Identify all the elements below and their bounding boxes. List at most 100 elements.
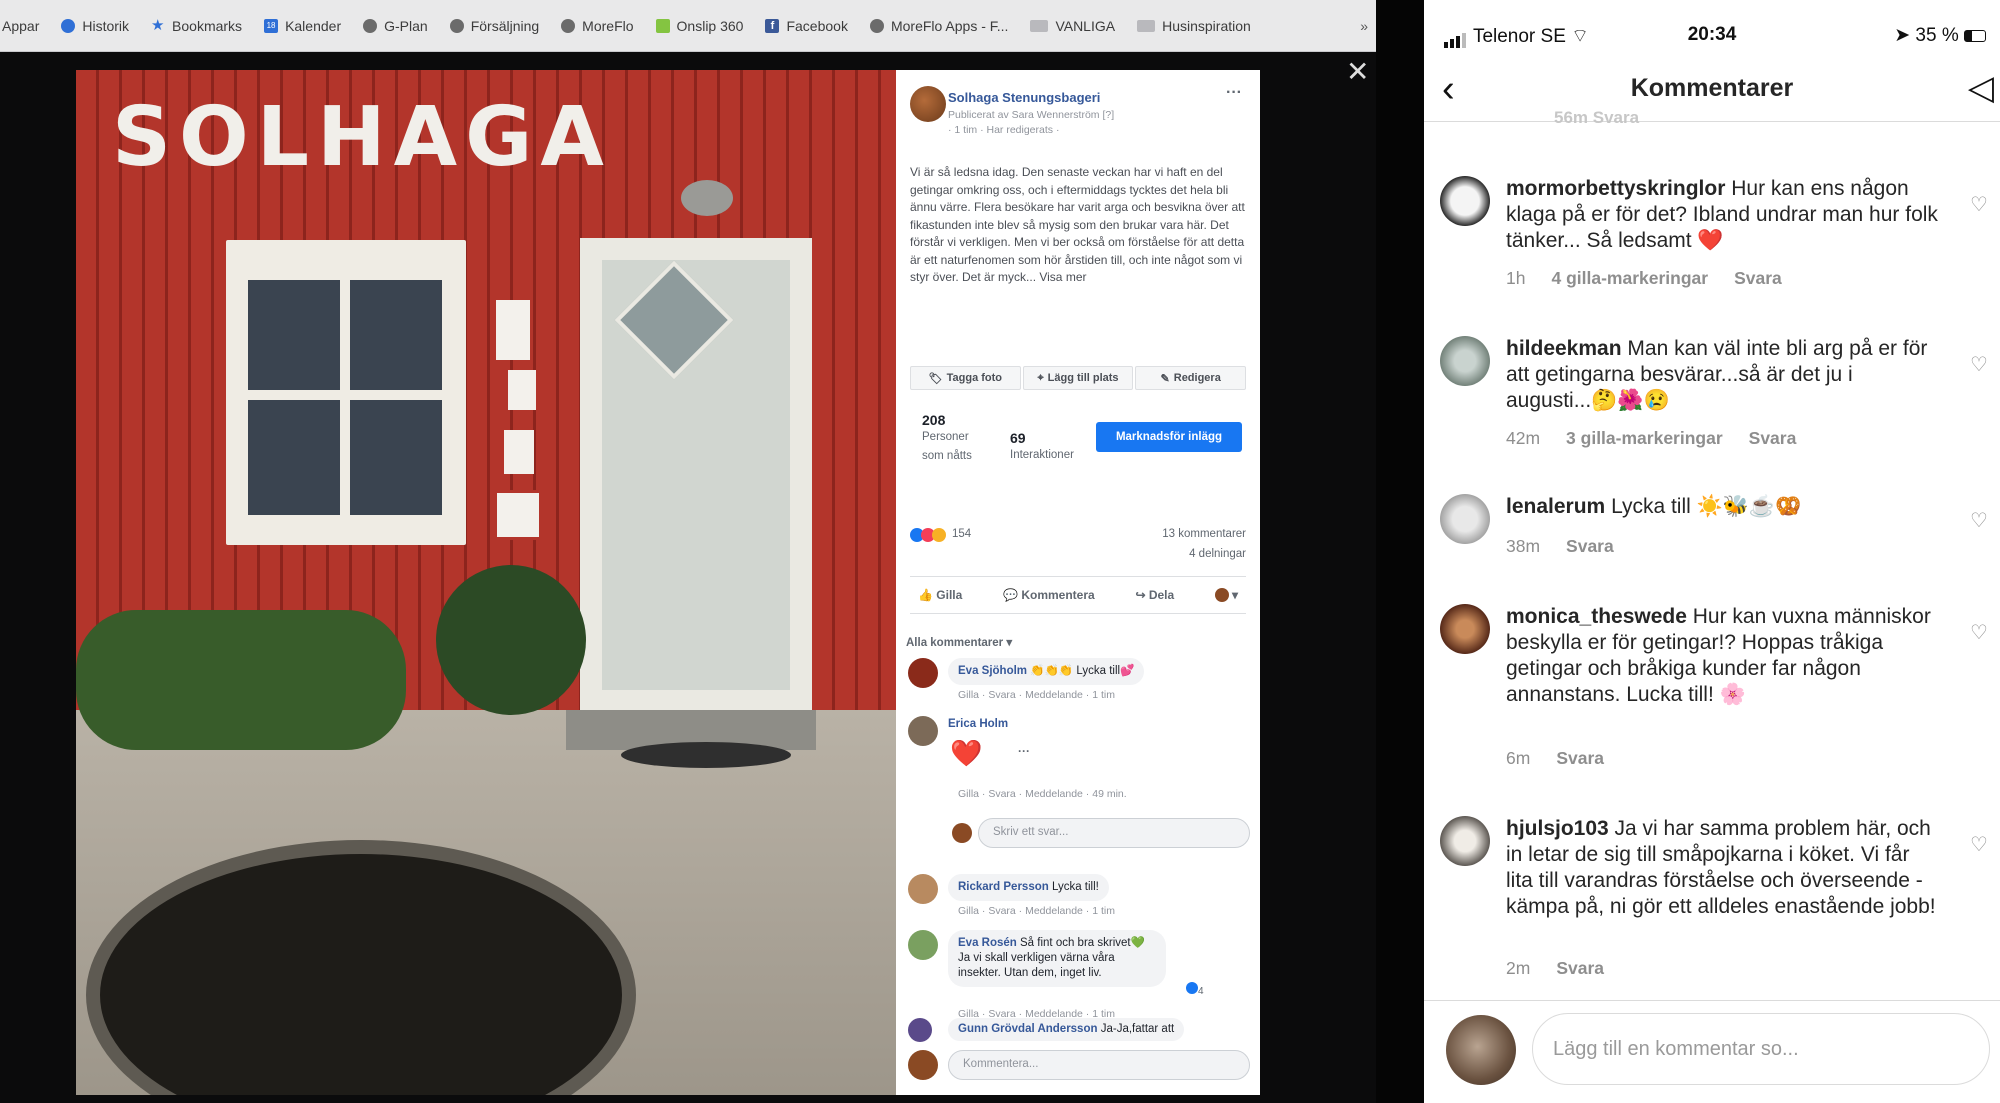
like-button[interactable]: 👍 Gilla bbox=[918, 588, 962, 602]
house-door bbox=[580, 238, 812, 713]
edit-button[interactable]: ✎ Redigera bbox=[1135, 366, 1247, 390]
monitor-photo: Appar Historik ★ Bookmarks 18 Kalender G-P… bbox=[0, 0, 1376, 1103]
fb-comment: Eva Sjöholm 👏👏👏 Lycka till💕 Gilla · Svar… bbox=[908, 658, 1250, 708]
bookmark-kalender[interactable]: 18 Kalender bbox=[264, 18, 341, 34]
reply-button[interactable]: Svara bbox=[1566, 536, 1614, 556]
share-button[interactable]: ↪ Dela bbox=[1135, 588, 1174, 602]
bush bbox=[436, 565, 586, 715]
avatar[interactable] bbox=[908, 874, 938, 904]
door-mat bbox=[621, 742, 791, 768]
comment-username[interactable]: lenalerum bbox=[1506, 495, 1605, 518]
notice-sign bbox=[508, 370, 536, 410]
bookmark-moreflo-apps[interactable]: MoreFlo Apps - F... bbox=[869, 18, 1008, 34]
add-location-button[interactable]: ⌖ Lägg till plats bbox=[1022, 366, 1134, 390]
reactions-summary: 154 13 kommentarer 4 delningar bbox=[910, 528, 1246, 568]
notice-sign bbox=[496, 300, 530, 360]
reply-button[interactable]: Svara bbox=[1556, 958, 1604, 978]
plants bbox=[76, 610, 406, 750]
published-by: Publicerat av Sara Wennerström [?] bbox=[948, 109, 1115, 121]
comment-button[interactable]: 💬 Kommentera bbox=[1003, 588, 1095, 602]
reply-button[interactable]: Svara bbox=[1749, 428, 1797, 448]
comment-username[interactable]: hildeekman bbox=[1506, 337, 1622, 360]
bookmark-bookmarks[interactable]: ★ Bookmarks bbox=[151, 18, 242, 34]
likes-count[interactable]: 3 gilla-markeringar bbox=[1566, 428, 1723, 448]
bookmark-onslip[interactable]: Onslip 360 bbox=[655, 18, 743, 34]
screen: Appar Historik ★ Bookmarks 18 Kalender G-P… bbox=[0, 0, 2000, 1103]
close-icon[interactable]: ✕ bbox=[1346, 58, 1369, 86]
bookmark-husinspiration[interactable]: Husinspiration bbox=[1137, 18, 1251, 34]
location-icon: ➤ bbox=[1894, 25, 1911, 46]
avatar[interactable] bbox=[908, 1018, 932, 1042]
own-avatar bbox=[1446, 1015, 1516, 1085]
avatar[interactable] bbox=[1440, 604, 1490, 654]
more-options-icon[interactable]: ··· bbox=[1226, 84, 1242, 102]
fb-comment: Gunn Grövdal Andersson Ja-Ja,fattar att bbox=[908, 1018, 1250, 1044]
globe-icon bbox=[869, 18, 884, 33]
avatar[interactable] bbox=[1440, 494, 1490, 544]
bookmark-history[interactable]: Historik bbox=[61, 18, 129, 34]
boost-post-button[interactable]: Marknadsför inlägg bbox=[1096, 422, 1242, 452]
page-avatar-small bbox=[908, 1050, 938, 1080]
wasp-sign bbox=[494, 490, 542, 540]
bookmark-vanliga[interactable]: VANLIGA bbox=[1030, 18, 1115, 34]
bookmark-forsaljning[interactable]: Försäljning bbox=[449, 18, 539, 34]
comment-options-icon[interactable]: ··· bbox=[1018, 744, 1030, 758]
reach-label: Personer som nåtts bbox=[922, 431, 972, 462]
bookmark-facebook[interactable]: f Facebook bbox=[765, 18, 848, 34]
bookmarks-bar: Appar Historik ★ Bookmarks 18 Kalender G-P… bbox=[0, 0, 1376, 52]
post-action-bar: 👍 Gilla 💬 Kommentera ↪ Dela ▾ bbox=[910, 576, 1246, 614]
fb-comment: Eva Rosén Så fint och bra skrivet💚 Ja vi… bbox=[908, 930, 1250, 1026]
comment-username[interactable]: monica_theswede bbox=[1506, 605, 1687, 628]
comment-username[interactable]: hjulsjo103 bbox=[1506, 817, 1609, 840]
reach-count: 208 bbox=[922, 412, 946, 428]
divider bbox=[1376, 0, 1424, 1103]
battery-percent: 35 % bbox=[1915, 25, 1959, 46]
reply-button[interactable]: Svara bbox=[1734, 268, 1782, 288]
comment-input[interactable]: Lägg till en kommentar so... bbox=[1532, 1013, 1990, 1085]
comment-username[interactable]: mormorbettyskringlor bbox=[1506, 177, 1725, 200]
heart-icon[interactable]: ♡ bbox=[1970, 192, 1988, 217]
page-avatar-small bbox=[952, 823, 972, 843]
shares-count[interactable]: 4 delningar bbox=[1189, 548, 1246, 560]
bookmark-gplan[interactable]: G-Plan bbox=[363, 18, 428, 34]
reactions-count[interactable]: 154 bbox=[952, 528, 971, 540]
fb-comment: Rickard Persson Lycka till! Gilla · Svar… bbox=[908, 874, 1250, 924]
heart-icon[interactable]: ♡ bbox=[1970, 832, 1988, 857]
globe-icon bbox=[363, 18, 378, 33]
comment-row: Kommentera... bbox=[908, 1050, 1250, 1086]
comment-input[interactable]: Kommentera... bbox=[948, 1050, 1250, 1080]
avatar[interactable] bbox=[1440, 816, 1490, 866]
house-window bbox=[226, 240, 466, 545]
star-icon: ★ bbox=[151, 16, 165, 34]
heart-sticker: ❤️ bbox=[950, 738, 983, 768]
folder-icon bbox=[1137, 19, 1156, 32]
reply-button[interactable]: Svara bbox=[1556, 748, 1604, 768]
avatar[interactable] bbox=[908, 658, 938, 688]
comment-like-badge: 4 bbox=[1186, 982, 1204, 997]
globe-icon bbox=[449, 18, 464, 33]
avatar[interactable] bbox=[1440, 176, 1490, 226]
bookmarks-more-icon[interactable]: » bbox=[1360, 18, 1368, 34]
avatar[interactable] bbox=[908, 930, 938, 960]
reply-input[interactable]: Skriv ett svar... bbox=[978, 818, 1250, 848]
direct-send-icon[interactable]: ◁ bbox=[1968, 68, 1994, 108]
tag-photo-button[interactable]: 🏷 Tagga foto bbox=[910, 366, 1021, 390]
page-name[interactable]: Solhaga Stenungsbageri bbox=[948, 90, 1100, 105]
bookmark-moreflo[interactable]: MoreFlo bbox=[561, 18, 634, 34]
heart-icon[interactable]: ♡ bbox=[1970, 620, 1988, 645]
likes-count[interactable]: 4 gilla-markeringar bbox=[1551, 268, 1708, 288]
instagram-comments-screen: Telenor SE ⌔ 20:34 ➤ 35 % ‹ Kommentarer … bbox=[1424, 0, 2000, 1103]
avatar[interactable] bbox=[1440, 336, 1490, 386]
avatar[interactable] bbox=[908, 716, 938, 746]
heart-icon[interactable]: ♡ bbox=[1970, 508, 1988, 533]
page-title: Kommentarer bbox=[1630, 74, 1794, 102]
comments-filter[interactable]: Alla kommentarer ▾ bbox=[906, 635, 1012, 649]
comments-count[interactable]: 13 kommentarer bbox=[1162, 528, 1246, 540]
heart-icon[interactable]: ♡ bbox=[1970, 352, 1988, 377]
bookmark-apps[interactable]: Appar bbox=[2, 18, 39, 34]
battery-icon bbox=[1964, 29, 1986, 42]
page-avatar[interactable] bbox=[910, 86, 946, 122]
photo-actions: 🏷 Tagga foto ⌖ Lägg till plats ✎ Redigera bbox=[910, 366, 1247, 390]
audience-selector[interactable]: ▾ bbox=[1214, 588, 1238, 602]
nav-bar: ‹ Kommentarer ◁ bbox=[1424, 60, 2000, 122]
